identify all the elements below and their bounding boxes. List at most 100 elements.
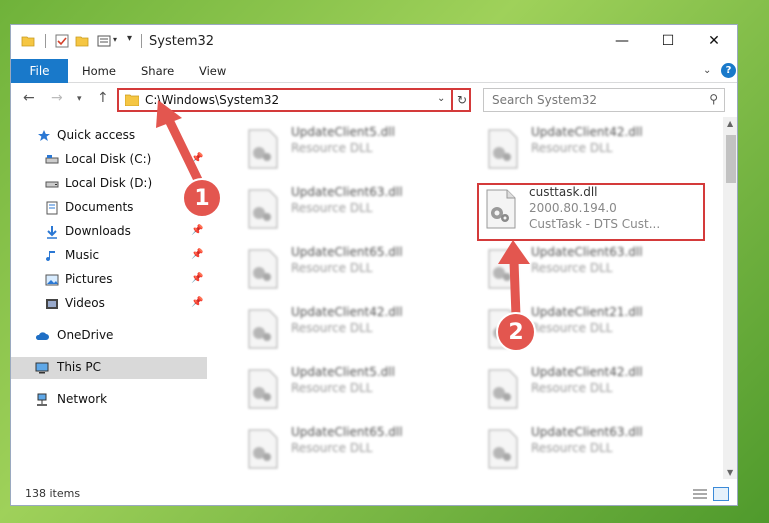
window-title: System32 (149, 34, 215, 49)
nav-label: Documents (65, 200, 134, 214)
address-path[interactable]: C:\Windows\System32 (145, 93, 279, 107)
chevron-down-icon[interactable]: ▾ (113, 35, 117, 44)
nav-item-documents[interactable]: Documents (11, 197, 207, 219)
file-description: Resource DLL (291, 441, 373, 455)
help-icon[interactable]: ? (721, 63, 736, 78)
file-name: UpdateClient63.dll (531, 245, 643, 259)
search-box[interactable]: Search System32 ⚲ (483, 88, 725, 112)
properties-check-icon[interactable] (55, 34, 69, 48)
refresh-icon[interactable]: ↻ (451, 90, 471, 110)
file-item[interactable]: UpdateClient65.dll Resource DLL (233, 421, 453, 473)
nav-item-videos[interactable]: Videos 📌 (11, 293, 207, 315)
file-name: UpdateClient5.dll (291, 365, 395, 379)
title-bar[interactable]: ▾ ▾ System32 — ☐ ✕ (11, 25, 737, 59)
videos-icon (46, 299, 58, 309)
dll-file-icon (488, 429, 518, 469)
scroll-up-icon[interactable]: ▲ (727, 119, 733, 128)
tab-view[interactable]: View (199, 59, 226, 83)
file-item[interactable]: UpdateClient42.dll Resource DLL (233, 301, 453, 353)
close-button[interactable]: ✕ (691, 25, 737, 57)
nav-label: Downloads (65, 224, 131, 238)
file-item[interactable]: UpdateClient63.dll Resource DLL (473, 241, 693, 293)
pin-icon[interactable]: 📌 (191, 153, 203, 164)
file-description: Resource DLL (531, 261, 613, 275)
nav-label: Quick access (57, 128, 136, 142)
file-item[interactable]: UpdateClient63.dll Resource DLL (233, 181, 453, 233)
highlight-box (477, 183, 705, 241)
scroll-down-icon[interactable]: ▼ (727, 468, 733, 477)
file-item[interactable]: UpdateClient42.dll Resource DLL (473, 361, 693, 413)
star-icon (38, 130, 50, 141)
nav-label: Network (57, 392, 108, 406)
tiles-view-icon[interactable] (713, 487, 729, 501)
network-icon (37, 393, 47, 406)
file-name: UpdateClient65.dll (291, 425, 403, 439)
nav-item-local-disk-c[interactable]: Local Disk (C:) 📌 (11, 149, 207, 171)
nav-label: Music (65, 248, 100, 262)
nav-item-onedrive[interactable]: OneDrive (11, 325, 207, 347)
forward-arrow-icon[interactable]: → (51, 90, 63, 106)
pin-icon[interactable]: 📌 (191, 297, 203, 308)
maximize-button[interactable]: ☐ (645, 25, 691, 57)
address-bar[interactable]: C:\Windows\System32 ⌄ ↻ (117, 88, 471, 112)
nav-item-quick-access[interactable]: Quick access (11, 125, 207, 147)
nav-label: Pictures (65, 272, 113, 286)
back-arrow-icon[interactable]: ← (23, 90, 35, 106)
file-item[interactable]: UpdateClient65.dll Resource DLL (233, 241, 453, 293)
file-description: Resource DLL (531, 321, 613, 335)
search-input[interactable]: Search System32 (492, 93, 597, 107)
file-name: UpdateClient42.dll (531, 365, 643, 379)
file-item[interactable]: UpdateClient42.dll Resource DLL (473, 121, 693, 173)
file-description: Resource DLL (291, 381, 373, 395)
details-view-icon[interactable] (693, 488, 707, 500)
pin-icon[interactable]: 📌 (191, 225, 203, 236)
nav-label: Local Disk (C:) (65, 152, 152, 166)
tab-home[interactable]: Home (82, 59, 116, 83)
nav-item-pictures[interactable]: Pictures 📌 (11, 269, 207, 291)
customize-toolbar-icon[interactable]: ▾ (127, 33, 132, 44)
dll-file-icon (248, 309, 278, 349)
vertical-scrollbar[interactable]: ▲ ▼ (723, 117, 737, 479)
tab-file[interactable]: File (11, 59, 68, 83)
file-name: UpdateClient21.dll (531, 305, 643, 319)
scroll-thumb[interactable] (726, 135, 736, 183)
file-name: UpdateClient63.dll (531, 425, 643, 439)
search-icon[interactable]: ⚲ (709, 92, 718, 106)
minimize-button[interactable]: — (599, 25, 645, 57)
nav-label: Videos (65, 296, 105, 310)
up-arrow-icon[interactable]: ↑ (97, 90, 109, 106)
file-name: UpdateClient42.dll (531, 125, 643, 139)
explorer-window: ▾ ▾ System32 — ☐ ✕ File Home Share View … (10, 24, 738, 506)
navigation-pane: Quick access Local Disk (C:) 📌 Local Dis… (11, 117, 207, 477)
dll-file-icon (248, 369, 278, 409)
nav-item-this-pc[interactable]: This PC (11, 357, 207, 379)
file-name: UpdateClient63.dll (291, 185, 403, 199)
file-item[interactable]: UpdateClient5.dll Resource DLL (233, 361, 453, 413)
folder-icon (125, 94, 139, 106)
ribbon-tabs: File Home Share View ⌄ ? (11, 59, 737, 83)
customize-icon[interactable] (97, 34, 111, 48)
expand-ribbon-icon[interactable]: ⌄ (703, 65, 711, 76)
file-description: Resource DLL (531, 141, 613, 155)
pin-icon[interactable]: 📌 (191, 249, 203, 260)
nav-item-music[interactable]: Music 📌 (11, 245, 207, 267)
address-row: ← → ▾ ↑ C:\Windows\System32 ⌄ ↻ Search S… (11, 84, 737, 116)
nav-item-local-disk-d[interactable]: Local Disk (D:) (11, 173, 207, 195)
step-1-badge: 1 (182, 178, 222, 218)
file-item[interactable]: UpdateClient63.dll Resource DLL (473, 421, 693, 473)
music-icon (46, 251, 55, 262)
drive-icon (45, 181, 59, 188)
recent-locations-icon[interactable]: ▾ (77, 94, 82, 104)
file-description: Resource DLL (291, 321, 373, 335)
dll-file-icon (248, 249, 278, 289)
chevron-down-icon[interactable]: ⌄ (437, 93, 445, 104)
separator (141, 34, 142, 48)
file-description: Resource DLL (291, 201, 373, 215)
new-folder-icon[interactable] (75, 34, 89, 48)
nav-item-downloads[interactable]: Downloads 📌 (11, 221, 207, 243)
file-list: UpdateClient5.dll Resource DLL UpdateCli… (221, 117, 721, 477)
pin-icon[interactable]: 📌 (191, 273, 203, 284)
tab-share[interactable]: Share (141, 59, 174, 83)
file-item[interactable]: UpdateClient5.dll Resource DLL (233, 121, 453, 173)
nav-item-network[interactable]: Network (11, 389, 207, 411)
